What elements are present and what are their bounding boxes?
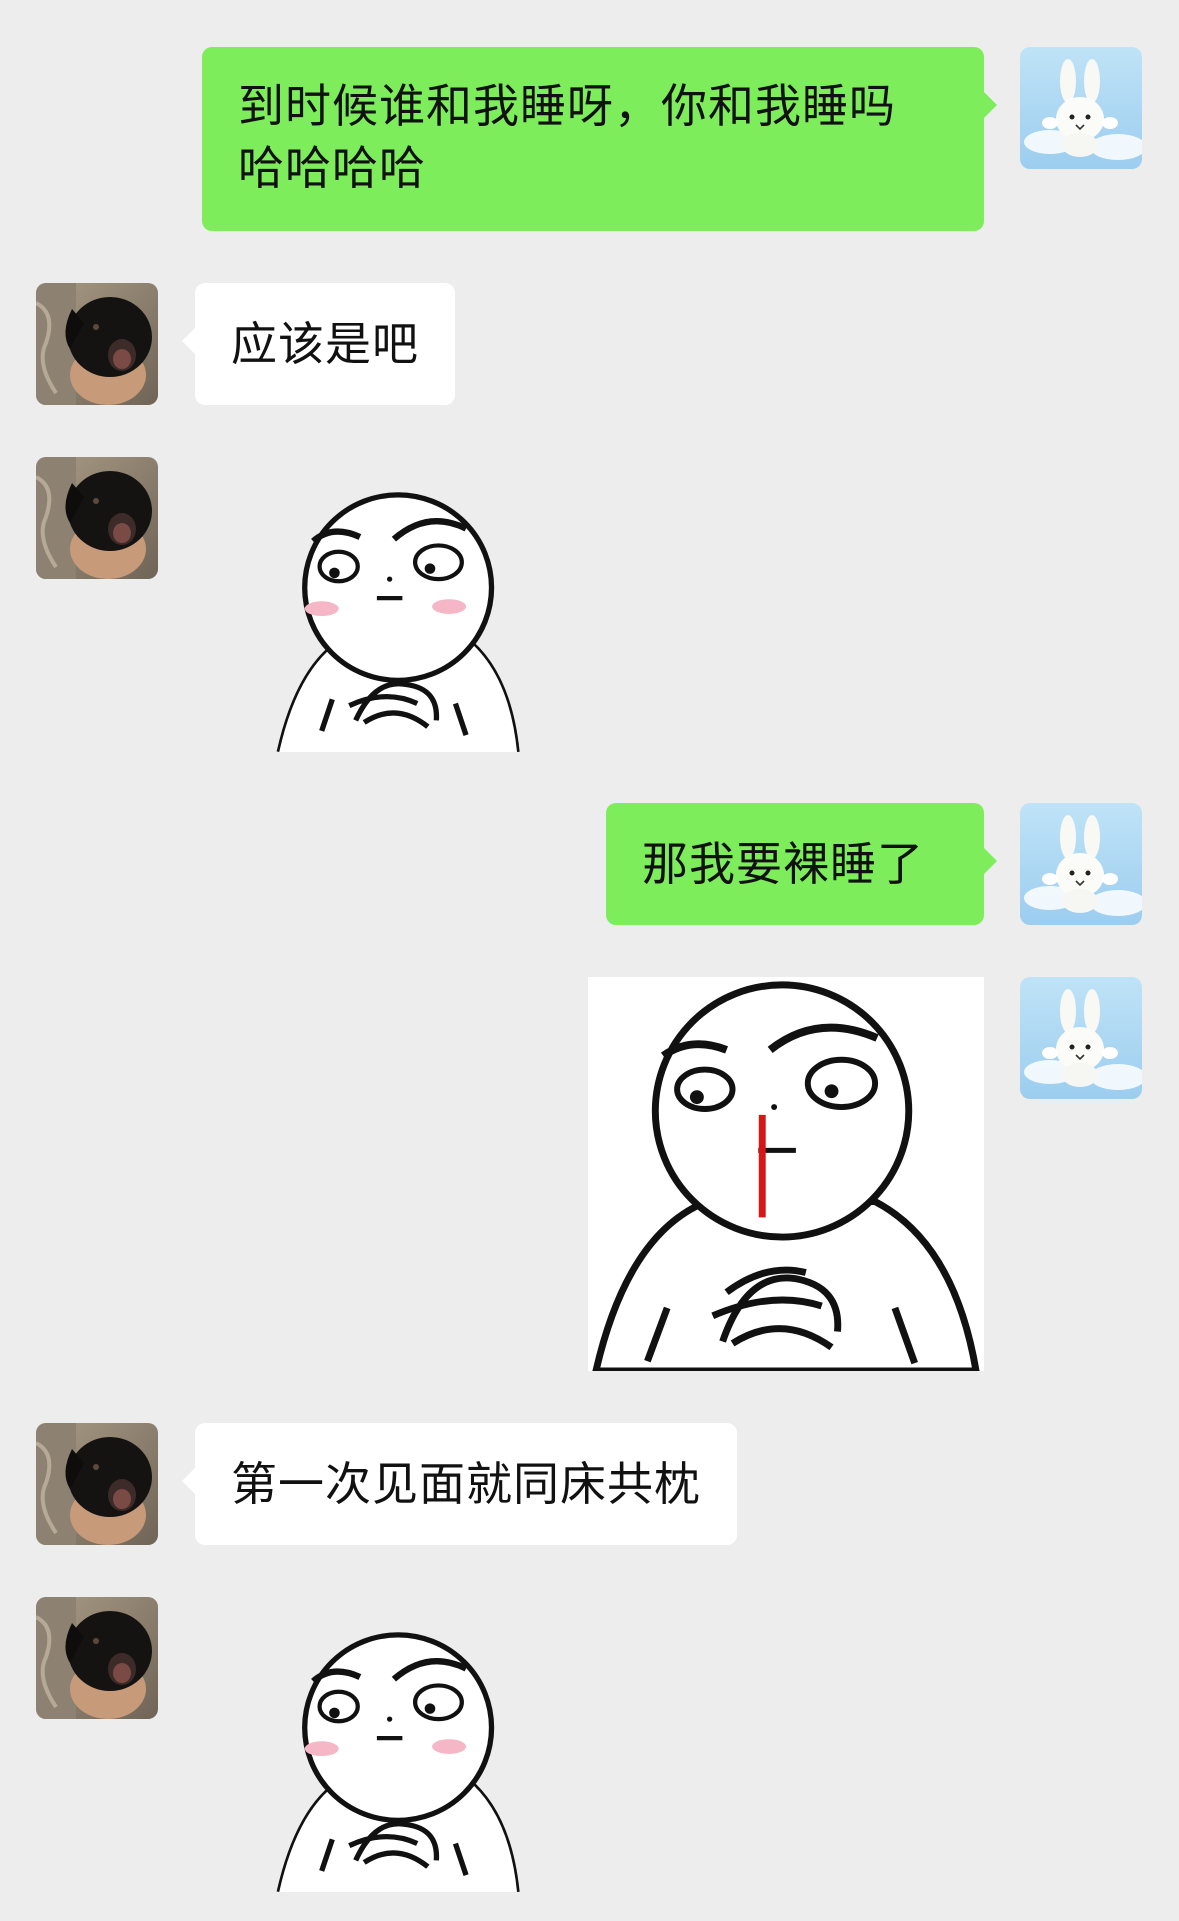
message-text-line: 到时候谁和我睡呀，你和我睡吗: [238, 79, 896, 133]
message-text: 那我要裸睡了: [642, 837, 924, 891]
sticker-blushing-face-icon[interactable]: [258, 1618, 534, 1892]
message-text: 应该是吧: [231, 317, 419, 371]
friend-avatar-dog-icon[interactable]: [36, 457, 158, 579]
message-bubble-outgoing[interactable]: 到时候谁和我睡呀，你和我睡吗 哈哈哈哈: [202, 47, 997, 231]
friend-avatar-dog-icon[interactable]: [36, 283, 158, 405]
sticker-blushing-face-icon[interactable]: [258, 478, 534, 752]
message-bubble-incoming[interactable]: 第一次见面就同床共枕: [182, 1423, 737, 1545]
message-bubble-outgoing[interactable]: 那我要裸睡了: [606, 803, 997, 925]
message-bubble-incoming[interactable]: 应该是吧: [182, 283, 455, 405]
sticker-nosebleed-face-icon[interactable]: [588, 977, 984, 1371]
my-avatar-rabbit-icon[interactable]: [1020, 803, 1142, 925]
message-text: 第一次见面就同床共枕: [231, 1457, 701, 1511]
friend-avatar-dog-icon[interactable]: [36, 1597, 158, 1719]
my-avatar-rabbit-icon[interactable]: [1020, 47, 1142, 169]
message-text-line: 哈哈哈哈: [238, 141, 426, 195]
friend-avatar-dog-icon[interactable]: [36, 1423, 158, 1545]
my-avatar-rabbit-icon[interactable]: [1020, 977, 1142, 1099]
